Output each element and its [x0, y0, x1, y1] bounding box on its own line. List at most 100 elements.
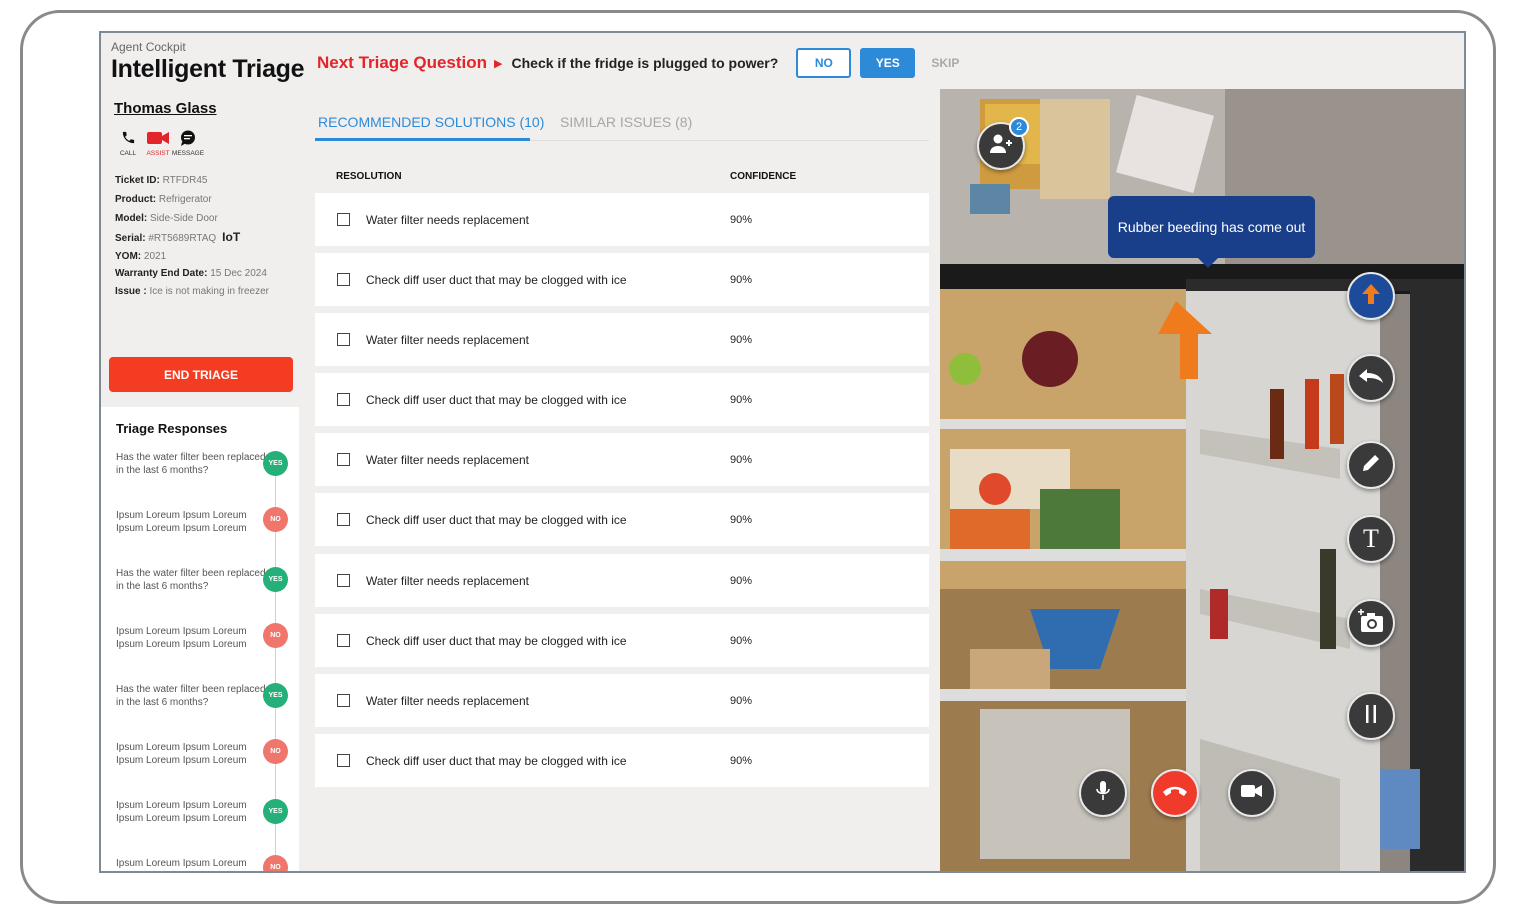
row-checkbox[interactable]: [337, 634, 350, 647]
yes-badge: YES: [263, 567, 288, 592]
live-video-feed[interactable]: Rubber beeding has come out 2 T: [940, 89, 1464, 871]
table-row[interactable]: Water filter needs replacement 90%: [315, 433, 929, 486]
no-badge: NO: [263, 507, 288, 532]
phone-icon: [121, 129, 136, 146]
resolution-text: Water filter needs replacement: [366, 452, 529, 467]
solutions-panel: RECOMMENDED SOLUTIONS (10) SIMILAR ISSUE…: [301, 89, 940, 871]
play-arrow-icon: ▶: [494, 57, 503, 70]
tab-recommended-solutions[interactable]: RECOMMENDED SOLUTIONS (10): [318, 114, 544, 130]
yom: 2021: [143, 251, 167, 262]
message-action[interactable]: MESSAGE: [171, 129, 205, 157]
end-call-button[interactable]: [1151, 769, 1199, 817]
microphone-icon: [1096, 780, 1110, 807]
table-row[interactable]: Check diff user duct that may be clogged…: [315, 734, 929, 787]
resolution-text: Check diff user duct that may be clogged…: [366, 512, 627, 527]
yes-badge: YES: [263, 799, 288, 824]
text-tool-button[interactable]: T: [1347, 515, 1395, 563]
resolution-text: Check diff user duct that may be clogged…: [366, 753, 627, 768]
confidence-value: 90%: [730, 694, 753, 707]
solutions-tabs: RECOMMENDED SOLUTIONS (10) SIMILAR ISSUE…: [315, 89, 929, 141]
snapshot-button[interactable]: [1347, 599, 1395, 647]
model: Side-Side Door: [150, 213, 218, 224]
triage-response-text: Ipsum Loreum Ipsum Loreum Ipsum Loreum I…: [116, 858, 247, 869]
triage-response-text: Ipsum Loreum Ipsum Loreum Ipsum Loreum I…: [116, 626, 247, 650]
resolution-text: Check diff user duct that may be clogged…: [366, 272, 627, 287]
customer-sidebar: Thomas Glass CALL ASSIST MESSAGE Ticket …: [101, 89, 299, 871]
add-person-icon: [989, 133, 1013, 160]
call-label: CALL: [119, 150, 137, 157]
resolution-text: Check diff user duct that may be clogged…: [366, 633, 627, 648]
add-photo-icon: [1358, 608, 1384, 638]
contact-actions: CALL ASSIST MESSAGE: [113, 129, 205, 157]
resolution-text: Water filter needs replacement: [366, 332, 529, 347]
table-row[interactable]: Water filter needs replacement 90%: [315, 193, 929, 246]
video-camera-icon: [147, 129, 169, 146]
brand: Agent Cockpit Intelligent Triage: [111, 40, 305, 84]
call-action[interactable]: CALL: [113, 129, 143, 157]
table-row[interactable]: Check diff user duct that may be clogged…: [315, 614, 929, 667]
iot-badge: IoT: [222, 230, 241, 244]
camera-toggle-button[interactable]: [1228, 769, 1276, 817]
mute-button[interactable]: [1079, 769, 1127, 817]
assist-action[interactable]: ASSIST: [143, 129, 173, 157]
row-checkbox[interactable]: [337, 453, 350, 466]
tab-similar-issues[interactable]: SIMILAR ISSUES (8): [560, 114, 692, 130]
row-checkbox[interactable]: [337, 213, 350, 226]
row-checkbox[interactable]: [337, 754, 350, 767]
yes-badge: YES: [263, 451, 288, 476]
skip-button[interactable]: SKIP: [931, 56, 959, 70]
row-checkbox[interactable]: [337, 574, 350, 587]
no-button[interactable]: NO: [796, 48, 852, 78]
serial: #RT5689RTAQ: [148, 233, 217, 244]
issue: Ice is not making in freezer: [149, 286, 269, 297]
model-label: Model:: [115, 213, 148, 224]
product-label: Product:: [115, 194, 157, 205]
resolution-text: Check diff user duct that may be clogged…: [366, 392, 627, 407]
assist-label: ASSIST: [146, 150, 170, 157]
pause-button[interactable]: [1347, 692, 1395, 740]
row-checkbox[interactable]: [337, 393, 350, 406]
arrow-tool-button[interactable]: [1347, 272, 1395, 320]
yom-label: YOM:: [115, 251, 142, 262]
triage-responses-title: Triage Responses: [116, 421, 228, 436]
text-icon: T: [1363, 524, 1379, 553]
triage-responses-panel: Triage Responses Has the water filter be…: [101, 407, 299, 871]
table-row[interactable]: Check diff user duct that may be clogged…: [315, 373, 929, 426]
triage-question-text: Check if the fridge is plugged to power?: [511, 55, 779, 71]
table-row[interactable]: Check diff user duct that may be clogged…: [315, 493, 929, 546]
row-checkbox[interactable]: [337, 273, 350, 286]
draw-tool-button[interactable]: [1347, 441, 1395, 489]
confidence-value: 90%: [730, 333, 753, 346]
end-triage-button[interactable]: END TRIAGE: [109, 357, 293, 392]
resolution-text: Water filter needs replacement: [366, 693, 529, 708]
serial-label: Serial:: [115, 233, 146, 244]
no-badge: NO: [263, 855, 288, 871]
resolution-text: Water filter needs replacement: [366, 573, 529, 588]
yes-button[interactable]: YES: [860, 48, 916, 78]
triage-question-bar: Next Triage Question ▶ Check if the frid…: [317, 47, 959, 79]
annotation-callout[interactable]: Rubber beeding has come out: [1108, 196, 1315, 268]
confidence-value: 90%: [730, 273, 753, 286]
table-row[interactable]: Check diff user duct that may be clogged…: [315, 253, 929, 306]
row-checkbox[interactable]: [337, 513, 350, 526]
no-badge: NO: [263, 739, 288, 764]
message-label: MESSAGE: [171, 150, 205, 157]
yes-badge: YES: [263, 683, 288, 708]
row-checkbox[interactable]: [337, 333, 350, 346]
ticket-details: Ticket ID: RTFDR45 Product: Refrigerator…: [115, 171, 269, 301]
confidence-value: 90%: [730, 213, 753, 226]
next-question-label: Next Triage Question: [317, 53, 488, 72]
pause-icon: [1364, 704, 1378, 729]
confidence-column-header: CONFIDENCE: [730, 171, 797, 182]
resolution-text: Water filter needs replacement: [366, 212, 529, 227]
undo-icon: [1358, 367, 1384, 390]
triage-response-text: Ipsum Loreum Ipsum Loreum Ipsum Loreum I…: [116, 800, 247, 824]
table-row[interactable]: Water filter needs replacement 90%: [315, 554, 929, 607]
table-row[interactable]: Water filter needs replacement 90%: [315, 674, 929, 727]
end-call-icon: [1162, 784, 1188, 802]
customer-name[interactable]: Thomas Glass: [114, 100, 217, 117]
add-participant-button[interactable]: 2: [977, 117, 1029, 170]
undo-button[interactable]: [1347, 354, 1395, 402]
table-row[interactable]: Water filter needs replacement 90%: [315, 313, 929, 366]
row-checkbox[interactable]: [337, 694, 350, 707]
